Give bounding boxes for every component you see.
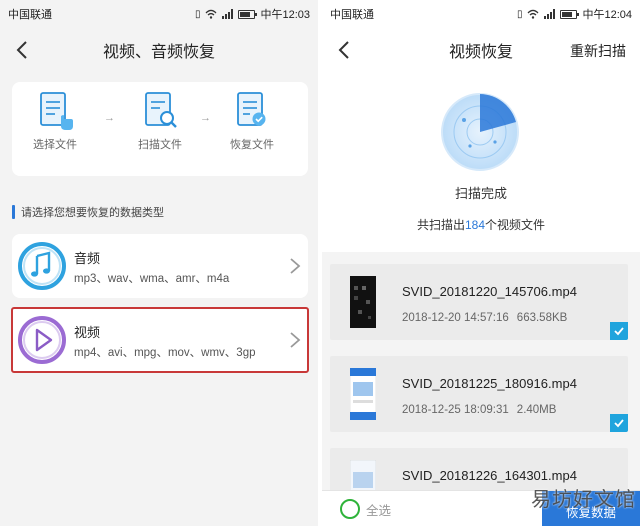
right-screen: 中国联通 ▯ 中午12:04 视频恢复 重新扫描 扫描完成 共扫描出184个视频 (322, 0, 640, 526)
section-title: 请选择您想要恢复的数据类型 (21, 207, 164, 219)
battery-icon (238, 9, 258, 19)
arrow-icon: → (200, 112, 211, 124)
nav-bar: 视频、音频恢复 (0, 28, 318, 72)
type-name: 视频 (74, 325, 101, 340)
carrier-label: 中国联通 (8, 9, 52, 21)
back-arrow-icon[interactable] (334, 39, 356, 61)
page-title: 视频恢复 (448, 44, 513, 61)
step-label: 选择文件 (33, 139, 77, 151)
radio-icon (340, 499, 360, 519)
section-header: 请选择您想要恢复的数据类型 (12, 204, 164, 220)
play-icon (18, 316, 66, 364)
file-name: SVID_20181226_164301.mp4 (402, 468, 577, 483)
carrier-label: 中国联通 (330, 9, 374, 21)
status-bar: 中国联通 ▯ 中午12:04 (322, 0, 640, 28)
type-formats: mp4、avi、mpg、mov、wmv、3gp (74, 347, 256, 359)
step-label: 扫描文件 (138, 139, 182, 151)
step-label: 恢复文件 (230, 139, 274, 151)
file-item[interactable]: SVID_20181225_180916.mp4 2018-12-25 18:0… (330, 356, 628, 432)
file-meta: 2018-12-20 14:57:16 663.58KB (402, 312, 568, 324)
file-item[interactable]: SVID_20181220_145706.mp4 2018-12-20 14:5… (330, 264, 628, 340)
type-card-video[interactable]: 视频 mp4、avi、mpg、mov、wmv、3gp (11, 307, 309, 373)
signal-icon (222, 9, 234, 19)
select-file-icon (40, 92, 73, 130)
checkmark-icon (614, 419, 624, 428)
step-scan-file: 扫描文件 (125, 90, 195, 152)
video-thumbnail (350, 276, 376, 328)
checkmark-icon (614, 327, 624, 336)
step-restore-file: 恢复文件 (217, 90, 287, 152)
select-all-toggle[interactable]: 全选 (340, 499, 391, 519)
file-name: SVID_20181225_180916.mp4 (402, 376, 577, 391)
file-count: 184 (464, 218, 486, 232)
chevron-right-icon (290, 332, 301, 348)
video-thumbnail (350, 368, 376, 420)
type-card-audio[interactable]: 音频 mp3、wav、wma、amr、m4a (12, 234, 308, 298)
scan-file-icon (145, 92, 177, 128)
wifi-icon (528, 9, 539, 19)
status-bar: 中国联通 ▯ 中午12:03 (0, 0, 318, 28)
section-marker (12, 205, 15, 219)
type-name: 音频 (74, 251, 101, 266)
scan-status: 扫描完成 (454, 186, 507, 201)
clock: 中午12:03 (260, 9, 310, 21)
radar-icon (441, 93, 519, 171)
rescan-button[interactable]: 重新扫描 (570, 41, 626, 61)
music-note-icon (18, 242, 66, 290)
left-screen: 中国联通 ▯ 中午12:03 视频、音频恢复 选择文件 → 扫描文件 → 恢复文… (0, 0, 318, 526)
wifi-icon (206, 9, 217, 19)
select-all-label: 全选 (366, 503, 392, 518)
steps-card: 选择文件 → 扫描文件 → 恢复文件 (12, 82, 308, 176)
clock: 中午12:04 (582, 9, 632, 21)
step-select-file: 选择文件 (20, 90, 90, 152)
chevron-right-icon (290, 258, 301, 274)
checkbox-checked[interactable] (610, 414, 628, 432)
file-meta: 2018-12-25 18:09:31 2.40MB (402, 404, 557, 416)
type-formats: mp3、wav、wma、amr、m4a (74, 273, 230, 285)
watermark: 易坊好文馆 (531, 489, 636, 511)
arrow-icon: → (104, 112, 115, 124)
checkbox-checked[interactable] (610, 322, 628, 340)
restore-file-icon (237, 92, 266, 126)
back-arrow-icon[interactable] (12, 39, 34, 61)
scan-count: 共扫描出184个视频文件 (416, 218, 546, 232)
page-title: 视频、音频恢复 (102, 44, 215, 61)
nav-bar: 视频恢复 重新扫描 (322, 28, 640, 72)
battery-icon (560, 9, 580, 19)
vibrate-icon: ▯ (194, 8, 201, 20)
signal-icon (544, 9, 556, 19)
vibrate-icon: ▯ (516, 8, 523, 20)
file-name: SVID_20181220_145706.mp4 (402, 284, 577, 299)
